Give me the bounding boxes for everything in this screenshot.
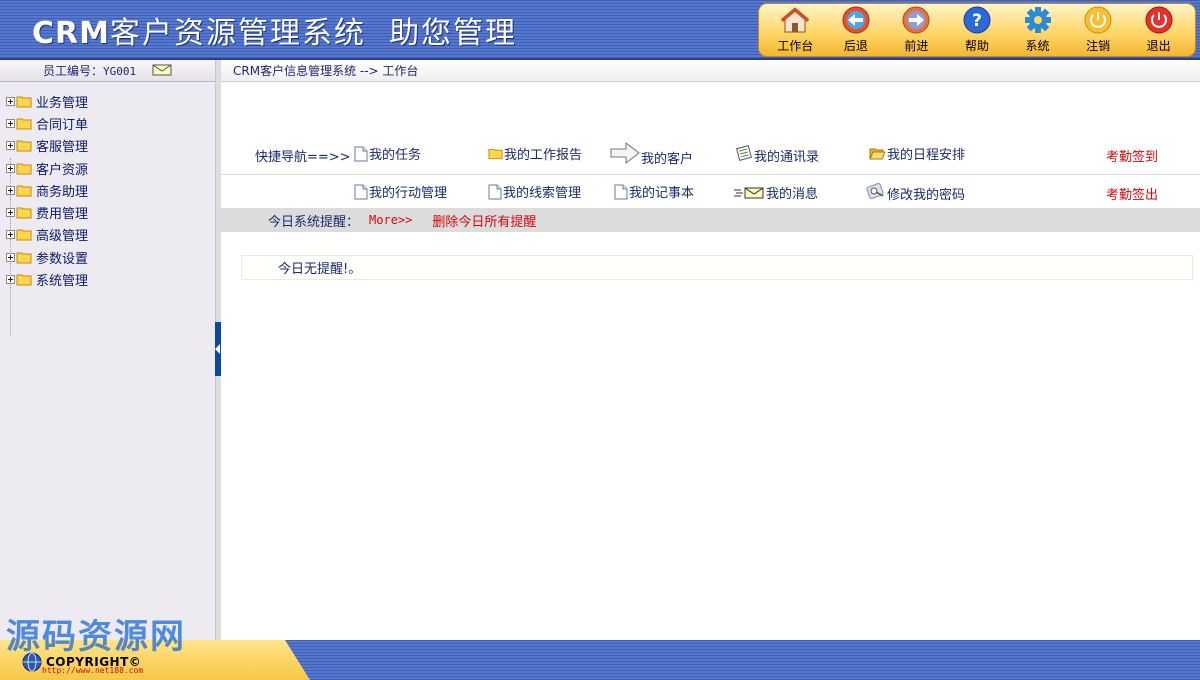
link-my-customers[interactable]: 我的客户 <box>610 138 693 167</box>
key-icon <box>866 182 884 199</box>
watermark-text: 源码资源网 <box>6 617 186 657</box>
envelope-icon <box>734 187 764 198</box>
tree-item-advanced[interactable]: 高级管理 <box>6 224 215 246</box>
folder-icon <box>16 252 32 264</box>
tree-item-system[interactable]: 系统管理 <box>6 268 215 290</box>
tree-item-business[interactable]: 业务管理 <box>6 90 215 112</box>
link-my-messages[interactable]: 我的消息 <box>733 183 818 202</box>
document-icon <box>488 184 502 199</box>
expand-icon[interactable] <box>6 252 15 262</box>
folder-icon <box>16 185 32 197</box>
expand-icon[interactable] <box>6 96 15 106</box>
copyright-url: http://www.net188.com <box>42 666 144 675</box>
message-envelope-icon[interactable] <box>152 61 172 83</box>
section-divider <box>221 174 1200 175</box>
main-content: CRM客户信息管理系统 --> 工作台 快捷导航==>> 我的任务 我的工作报告… <box>221 60 1200 640</box>
folder-icon <box>16 163 32 175</box>
folder-icon <box>16 274 32 286</box>
expand-icon[interactable] <box>6 141 15 151</box>
document-icon <box>354 184 368 199</box>
folder-icon <box>16 140 32 152</box>
expand-icon[interactable] <box>6 275 15 285</box>
folder-icon <box>16 96 32 108</box>
expand-icon[interactable] <box>6 185 15 195</box>
employee-label: 员工编号： <box>43 64 104 78</box>
checkin-link[interactable]: 考勤签到 <box>1106 146 1158 165</box>
link-my-leads[interactable]: 我的线索管理 <box>488 182 581 201</box>
toolbar-home-button[interactable]: 工作台 <box>767 4 823 54</box>
help-icon: ? <box>962 5 992 35</box>
tree-item-expenses[interactable]: 费用管理 <box>6 201 215 223</box>
link-my-contacts[interactable]: 我的通讯录 <box>735 140 819 165</box>
link-my-schedule[interactable]: 我的日程安排 <box>869 144 965 163</box>
quick-nav-title: 快捷导航==>> <box>255 150 351 165</box>
tree-item-service[interactable]: 客服管理 <box>6 135 215 157</box>
home-icon <box>780 5 810 35</box>
left-sidebar: 员工编号：YG001 业务管理 合同订单 客服管理 客户资源 商务助理 费用管理… <box>0 60 216 640</box>
delete-all-reminders-link[interactable]: 删除今日所有提醒 <box>432 211 536 230</box>
gear-icon <box>1023 5 1053 35</box>
folder-icon <box>16 207 32 219</box>
checkout-link[interactable]: 考勤签出 <box>1106 184 1158 203</box>
document-icon <box>354 146 368 161</box>
app-header: CRM客户资源管理系统 助您管理 工作台 后退 前进 ? 帮助 系统 注销 退出 <box>0 0 1200 60</box>
toolbar-back-button[interactable]: 后退 <box>828 4 884 54</box>
arrow-right-icon <box>610 141 640 164</box>
toolbar-logout-button[interactable]: 注销 <box>1070 4 1126 54</box>
link-my-actions[interactable]: 我的行动管理 <box>354 182 447 201</box>
expand-icon[interactable] <box>6 163 15 173</box>
tree-item-assistant[interactable]: 商务助理 <box>6 179 215 201</box>
app-subtitle: 助您管理 <box>389 16 518 51</box>
toolbar-exit-button[interactable]: 退出 <box>1131 4 1187 54</box>
no-reminders-text: 今日无提醒!。 <box>278 262 362 277</box>
folder-icon <box>16 118 32 130</box>
quick-navigation: 快捷导航==>> 我的任务 我的工作报告 我的客户 我的通讯录 我的日程安排 考… <box>221 82 1200 203</box>
app-title: CRM客户资源管理系统 助您管理 <box>32 16 518 51</box>
folder-icon <box>16 229 32 241</box>
employee-id: YG001 <box>103 65 137 78</box>
employee-info: 员工编号：YG001 <box>0 60 215 82</box>
tree-item-contracts[interactable]: 合同订单 <box>6 112 215 134</box>
document-icon <box>614 184 628 199</box>
tree-item-customers[interactable]: 客户资源 <box>6 157 215 179</box>
expand-icon[interactable] <box>6 208 15 218</box>
forward-arrow-icon <box>901 5 931 35</box>
logout-power-icon <box>1083 5 1113 35</box>
tree-item-parameters[interactable]: 参数设置 <box>6 246 215 268</box>
nav-tree: 业务管理 合同订单 客服管理 客户资源 商务助理 费用管理 高级管理 参数设置 … <box>0 82 215 336</box>
link-my-work-report[interactable]: 我的工作报告 <box>488 144 582 163</box>
link-change-password[interactable]: 修改我的密码 <box>866 178 965 203</box>
folder-icon <box>488 148 503 160</box>
breadcrumb: CRM客户信息管理系统 --> 工作台 <box>221 60 1200 82</box>
open-folder-icon <box>869 148 886 160</box>
expand-icon[interactable] <box>6 230 15 240</box>
main-toolbar: 工作台 后退 前进 ? 帮助 系统 注销 退出 <box>758 3 1196 57</box>
reminder-title: 今日系统提醒： <box>268 214 360 230</box>
toolbar-forward-button[interactable]: 前进 <box>888 4 944 54</box>
link-my-tasks[interactable]: 我的任务 <box>354 144 421 163</box>
toolbar-help-button[interactable]: ? 帮助 <box>949 4 1005 54</box>
link-my-notepad[interactable]: 我的记事本 <box>614 182 694 201</box>
back-arrow-icon <box>841 5 871 35</box>
reminder-list: 今日无提醒!。 <box>241 255 1193 280</box>
notebook-icon <box>736 144 752 161</box>
reminder-more-link[interactable]: More>> <box>369 213 412 227</box>
exit-power-icon <box>1144 5 1174 35</box>
reminder-header: 今日系统提醒： More>> 删除今日所有提醒 <box>221 208 1200 232</box>
svg-text:?: ? <box>972 11 982 31</box>
expand-icon[interactable] <box>6 118 15 128</box>
toolbar-system-button[interactable]: 系统 <box>1010 4 1066 54</box>
